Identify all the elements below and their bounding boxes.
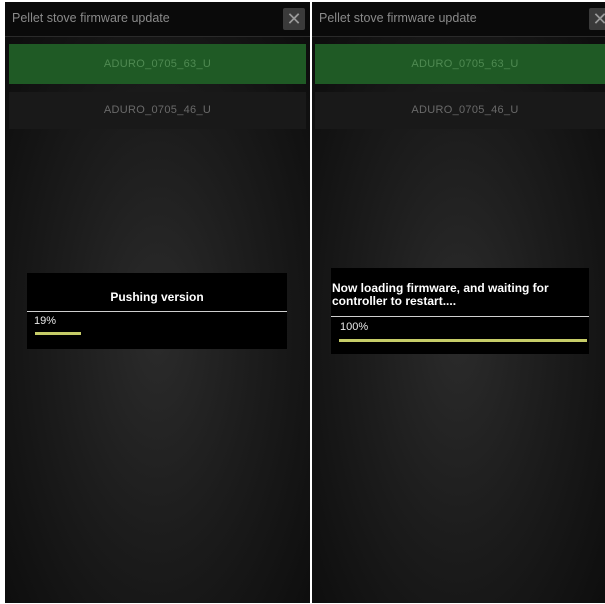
header-title: Pellet stove firmware update	[12, 11, 170, 25]
app-header: Pellet stove firmware update ✕	[312, 2, 605, 37]
app-header: Pellet stove firmware update ✕	[5, 2, 310, 37]
dialog-divider	[27, 311, 287, 312]
device-item[interactable]: ADURO_0705_46_U	[9, 92, 306, 129]
dialog-divider	[331, 316, 589, 317]
progress-dialog: Now loading firmware, and waiting for co…	[331, 268, 589, 354]
progress-bar	[35, 332, 279, 335]
progress-fill	[339, 339, 587, 342]
device-item-selected[interactable]: ADURO_0705_63_U	[9, 44, 306, 84]
header-title: Pellet stove firmware update	[319, 11, 477, 25]
dialog-title: Now loading firmware, and waiting for co…	[332, 281, 549, 308]
progress-percent: 19%	[34, 315, 57, 327]
device-item-selected[interactable]: ADURO_0705_63_U	[315, 44, 605, 84]
dialog-title: Pushing version	[110, 290, 204, 304]
progress-bar	[339, 339, 587, 342]
left-screen: Pellet stove firmware update ✕ ADURO_070…	[5, 2, 310, 603]
close-icon[interactable]: ✕	[589, 8, 605, 30]
progress-dialog: Pushing version 19%	[27, 273, 287, 349]
right-screen: Pellet stove firmware update ✕ ADURO_070…	[312, 2, 605, 603]
close-icon[interactable]: ✕	[283, 8, 305, 30]
progress-fill	[35, 332, 82, 335]
device-item[interactable]: ADURO_0705_46_U	[315, 92, 605, 129]
progress-percent: 100%	[340, 321, 369, 333]
